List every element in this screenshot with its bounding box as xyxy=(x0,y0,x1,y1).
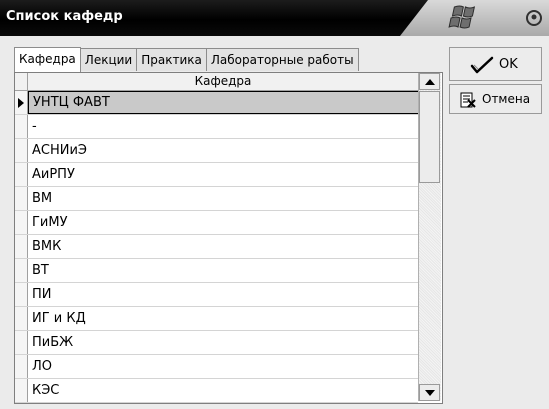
grid-header: Кафедра xyxy=(15,73,418,91)
column-header-department[interactable]: Кафедра xyxy=(28,73,418,90)
table-row[interactable]: КЭС xyxy=(15,379,418,403)
table-row[interactable]: ЛО xyxy=(15,355,418,379)
table-row[interactable]: УНТЦ ФАВТ xyxy=(15,91,420,115)
vertical-scrollbar[interactable] xyxy=(418,73,441,401)
department-cell[interactable]: АСНИиЭ xyxy=(28,139,418,162)
table-row[interactable]: ПИ xyxy=(15,283,418,307)
row-indicator-header xyxy=(15,73,28,90)
row-indicator[interactable] xyxy=(15,235,28,258)
department-cell[interactable]: ВТ xyxy=(28,259,418,282)
department-cell[interactable]: УНТЦ ФАВТ xyxy=(28,91,420,114)
row-indicator[interactable] xyxy=(15,139,28,162)
checkmark-icon xyxy=(470,56,494,74)
title-bar: Список кафедр xyxy=(0,0,549,36)
grid-rows: УНТЦ ФАВТ - АСНИиЭ АиРПУ ВМ ГиМУ ВМК ВТ ПИ ИГ и К… xyxy=(15,91,420,403)
department-cell[interactable]: ЛО xyxy=(28,355,418,378)
window-title: Список кафедр xyxy=(6,9,123,24)
current-row-arrow-icon xyxy=(18,98,24,108)
cancel-label: Отмена xyxy=(482,92,531,106)
table-row[interactable]: АиРПУ xyxy=(15,163,418,187)
departments-grid[interactable]: Кафедра УНТЦ ФАВТ - АСНИиЭ АиРПУ ВМ ГиМУ ВМК ВТ… xyxy=(14,72,443,404)
row-indicator[interactable] xyxy=(15,91,28,114)
row-indicator[interactable] xyxy=(15,163,28,186)
department-cell[interactable]: АиРПУ xyxy=(28,163,418,186)
department-cell[interactable]: - xyxy=(28,115,418,138)
table-row[interactable]: - xyxy=(15,115,418,139)
windows-logo-icon xyxy=(448,5,476,29)
department-cell[interactable]: ГиМУ xyxy=(28,211,418,234)
ok-label: OK xyxy=(499,57,518,72)
arrow-up-icon xyxy=(425,79,435,85)
cancel-doc-icon xyxy=(460,92,476,108)
row-indicator[interactable] xyxy=(15,331,28,354)
table-row[interactable]: ИГ и КД xyxy=(15,307,418,331)
ok-button[interactable]: OK xyxy=(449,47,542,81)
row-indicator[interactable] xyxy=(15,259,28,282)
row-indicator[interactable] xyxy=(15,283,28,306)
arrow-down-icon xyxy=(425,390,435,396)
scroll-up-button[interactable] xyxy=(419,73,440,90)
tab-1[interactable]: Лекции xyxy=(80,48,138,71)
cancel-button[interactable]: Отмена xyxy=(449,84,542,114)
tab-0[interactable]: Кафедра xyxy=(14,47,81,72)
department-cell[interactable]: ИГ и КД xyxy=(28,307,418,330)
table-row[interactable]: ВМ xyxy=(15,187,418,211)
row-indicator[interactable] xyxy=(15,211,28,234)
department-cell[interactable]: ПИ xyxy=(28,283,418,306)
department-cell[interactable]: ВМ xyxy=(28,187,418,210)
table-row[interactable]: ВТ xyxy=(15,259,418,283)
table-row[interactable]: ПиБЖ xyxy=(15,331,418,355)
table-row[interactable]: ГиМУ xyxy=(15,211,418,235)
table-row[interactable]: ВМК xyxy=(15,235,418,259)
tab-2[interactable]: Практика xyxy=(137,48,207,71)
department-cell[interactable]: ВМК xyxy=(28,235,418,258)
department-cell[interactable]: КЭС xyxy=(28,379,418,402)
row-indicator[interactable] xyxy=(15,187,28,210)
row-indicator[interactable] xyxy=(15,379,28,402)
scroll-down-button[interactable] xyxy=(419,384,440,401)
table-row[interactable]: АСНИиЭ xyxy=(15,139,418,163)
user-icon[interactable] xyxy=(525,9,543,27)
row-indicator[interactable] xyxy=(15,115,28,138)
tab-3[interactable]: Лабораторные работы xyxy=(206,48,359,71)
row-indicator[interactable] xyxy=(15,307,28,330)
row-indicator[interactable] xyxy=(15,355,28,378)
department-cell[interactable]: ПиБЖ xyxy=(28,331,418,354)
scroll-thumb[interactable] xyxy=(419,91,440,183)
tab-strip: Кафедра Лекции Практика Лабораторные работы xyxy=(14,47,359,72)
